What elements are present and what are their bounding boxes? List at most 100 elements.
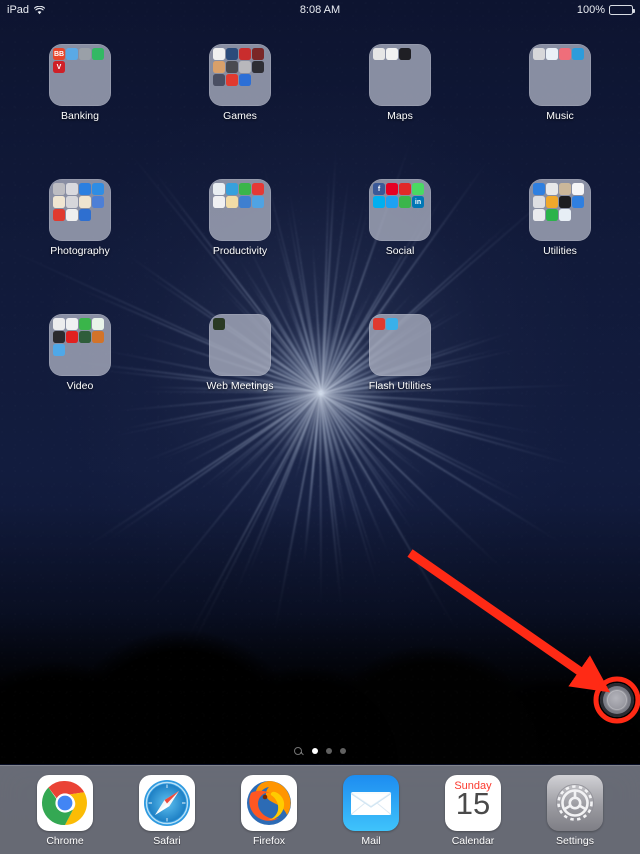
folder-thumbnail[interactable]: BB V: [49, 44, 111, 106]
folder-mini-app-icon: [386, 318, 398, 330]
folder-thumbnail[interactable]: [369, 44, 431, 106]
folder-mini-app-icon: [213, 318, 225, 330]
home-screen-grid: BB V Banking Games Maps Music Photography Produ…: [0, 26, 640, 746]
safari-icon[interactable]: [139, 775, 195, 831]
folder-mini-app-icon: [79, 48, 91, 60]
folder-label: Banking: [61, 110, 99, 122]
folder-banking[interactable]: BB V Banking: [0, 44, 160, 122]
page-dot[interactable]: [326, 748, 332, 754]
folder-mini-app-icon: [252, 183, 264, 195]
folder-mini-app-icon: [92, 48, 104, 60]
folder-music[interactable]: Music: [480, 44, 640, 122]
folder-mini-app-icon: [386, 196, 398, 208]
chrome-icon[interactable]: [37, 775, 93, 831]
calendar-icon[interactable]: Sunday 15: [445, 775, 501, 831]
folder-mini-app-icon: [79, 196, 91, 208]
calendar-day: 15: [455, 786, 491, 821]
folder-mini-app-icon: [213, 74, 225, 86]
folder-mini-app-icon: [239, 196, 251, 208]
page-indicator: [0, 745, 640, 757]
folder-mini-app-icon: f: [373, 183, 385, 195]
dock-item-label: Settings: [556, 835, 594, 847]
folder-mini-app-icon: [239, 74, 251, 86]
folder-mini-app-icon: [399, 48, 411, 60]
folder-mini-app-icon: [66, 209, 78, 221]
folder-mini-app-icon: [559, 196, 571, 208]
dock-item-label: Safari: [153, 835, 181, 847]
folder-thumbnail[interactable]: [529, 44, 591, 106]
folder-mini-app-icon: V: [53, 61, 65, 73]
status-bar-clock: 8:08 AM: [299, 4, 341, 16]
folder-mini-app-icon: [399, 196, 411, 208]
folder-mini-app-icon: [66, 331, 78, 343]
folder-label: Photography: [50, 245, 110, 257]
folder-mini-app-icon: [546, 48, 558, 60]
page-dot[interactable]: [312, 748, 318, 754]
dock-item-chrome[interactable]: Chrome: [32, 775, 99, 847]
folder-mini-app-icon: [572, 196, 584, 208]
folder-mini-app-icon: BB: [53, 48, 65, 60]
folder-mini-app-icon: [239, 61, 251, 73]
status-bar-right: 100%: [577, 4, 635, 16]
dock-item-settings[interactable]: Settings: [542, 775, 609, 847]
home-grid-row: Photography Productivity f in Social Utilitie…: [0, 179, 640, 257]
folder-mini-app-icon: [412, 183, 424, 195]
folder-mini-app-icon: [239, 183, 251, 195]
dock-item-safari[interactable]: Safari: [134, 775, 201, 847]
folder-mini-app-icon: [546, 183, 558, 195]
folder-mini-app-icon: [213, 48, 225, 60]
folder-thumbnail[interactable]: [209, 44, 271, 106]
folder-mini-app-icon: [92, 318, 104, 330]
folder-mini-app-icon: [546, 196, 558, 208]
folder-maps[interactable]: Maps: [320, 44, 480, 122]
status-bar: iPad 8:08 AM 100%: [0, 0, 640, 20]
folder-thumbnail[interactable]: [49, 179, 111, 241]
dock-item-firefox[interactable]: Firefox: [236, 775, 303, 847]
folder-mini-app-icon: [92, 331, 104, 343]
folder-mini-app-icon: [92, 196, 104, 208]
settings-gears-icon[interactable]: [547, 775, 603, 831]
folder-mini-app-icon: [53, 331, 65, 343]
folder-mini-app-icon: [373, 48, 385, 60]
folder-mini-app-icon: [226, 48, 238, 60]
folder-mini-app-icon: [239, 48, 251, 60]
folder-mini-app-icon: [53, 209, 65, 221]
firefox-icon[interactable]: [241, 775, 297, 831]
folder-games[interactable]: Games: [160, 44, 320, 122]
folder-thumbnail[interactable]: [529, 179, 591, 241]
folder-flash-utilities[interactable]: Flash Utilities: [320, 314, 480, 392]
folder-video[interactable]: Video: [0, 314, 160, 392]
folder-web-meetings[interactable]: Web Meetings: [160, 314, 320, 392]
folder-social[interactable]: f in Social: [320, 179, 480, 257]
dock-item-calendar[interactable]: Sunday 15 Calendar: [440, 775, 507, 847]
folder-label: Social: [385, 245, 415, 257]
dock-item-label: Mail: [361, 835, 381, 847]
folder-mini-app-icon: [53, 318, 65, 330]
dock-item-label: Chrome: [46, 835, 84, 847]
folder-label: Web Meetings: [206, 380, 274, 392]
folder-mini-app-icon: [66, 318, 78, 330]
folder-thumbnail[interactable]: [209, 314, 271, 376]
mail-icon[interactable]: [343, 775, 399, 831]
folder-thumbnail[interactable]: f in: [369, 179, 431, 241]
folder-productivity[interactable]: Productivity: [160, 179, 320, 257]
status-bar-left: iPad: [7, 4, 46, 16]
folder-mini-app-icon: [213, 183, 225, 195]
folder-mini-app-icon: [79, 183, 91, 195]
page-dot[interactable]: [340, 748, 346, 754]
assistive-touch-button[interactable]: [600, 683, 634, 717]
folder-mini-app-icon: [252, 48, 264, 60]
dock-item-mail[interactable]: Mail: [338, 775, 405, 847]
folder-mini-app-icon: [226, 183, 238, 195]
spotlight-search-icon[interactable]: [294, 747, 302, 755]
folder-mini-app-icon: [533, 196, 545, 208]
folder-mini-app-icon: [53, 344, 65, 356]
folder-thumbnail[interactable]: [369, 314, 431, 376]
folder-mini-app-icon: [252, 196, 264, 208]
folder-thumbnail[interactable]: [49, 314, 111, 376]
folder-thumbnail[interactable]: [209, 179, 271, 241]
folder-mini-app-icon: [373, 318, 385, 330]
folder-photography[interactable]: Photography: [0, 179, 160, 257]
battery-full-icon: [609, 5, 635, 15]
folder-utilities[interactable]: Utilities: [480, 179, 640, 257]
